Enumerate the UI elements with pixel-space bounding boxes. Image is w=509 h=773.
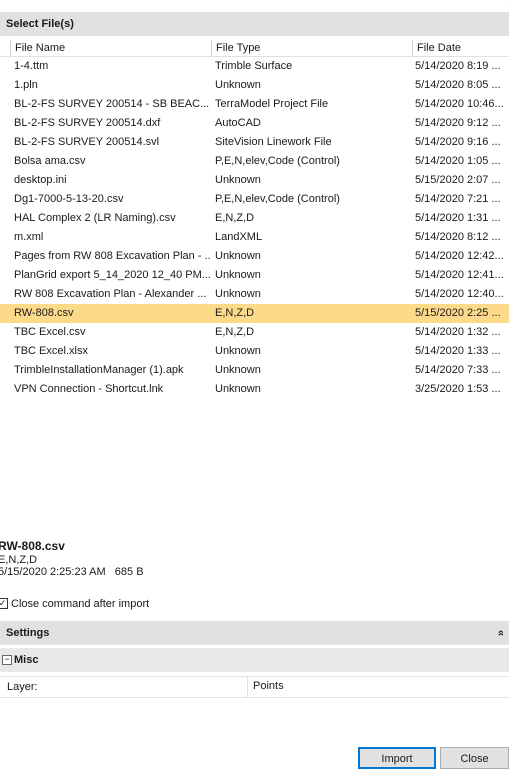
file-row[interactable]: 1.pln Unknown 5/14/2020 8:05 ... xyxy=(0,76,509,95)
file-date-cell: 5/14/2020 8:05 ... xyxy=(415,79,501,91)
file-type-cell: E,N,Z,D xyxy=(215,326,255,338)
selected-file-type: E,N,Z,D xyxy=(0,554,38,566)
file-date-cell: 5/14/2020 1:32 ... xyxy=(415,326,501,338)
selected-file-info: 5/15/2020 2:25:23 AM 685 B xyxy=(0,566,144,578)
file-row[interactable]: HAL Complex 2 (LR Naming).csv E,N,Z,D 5/14… xyxy=(0,209,509,228)
layer-label: Layer: xyxy=(7,681,38,693)
collapse-chevron-icon[interactable]: » xyxy=(489,630,509,636)
file-type-cell: Unknown xyxy=(215,250,261,262)
file-name-cell: desktop.ini xyxy=(14,174,67,186)
close-button[interactable]: Close xyxy=(440,747,509,769)
file-row[interactable]: desktop.ini Unknown 5/15/2020 2:07 ... xyxy=(0,171,509,190)
file-type-cell: TerraModel Project File xyxy=(215,98,329,110)
file-name-cell: Pages from RW 808 Excavation Plan - ... xyxy=(14,250,210,262)
file-name-cell: m.xml xyxy=(14,231,44,243)
file-date-cell: 5/14/2020 7:21 ... xyxy=(415,193,501,205)
file-date-cell: 5/14/2020 10:46... xyxy=(415,98,504,110)
select-files-title: Select File(s) xyxy=(6,18,74,30)
file-type-cell: Unknown xyxy=(215,383,261,395)
file-date-cell: 5/14/2020 12:42... xyxy=(415,250,504,262)
file-row[interactable]: BL-2-FS SURVEY 200514.svl SiteVision Line… xyxy=(0,133,509,152)
file-date-cell: 5/14/2020 12:40... xyxy=(415,288,504,300)
file-name-cell: BL-2-FS SURVEY 200514 - SB BEAC... xyxy=(14,98,210,110)
file-row[interactable]: BL-2-FS SURVEY 200514 - SB BEAC... TerraM… xyxy=(0,95,509,114)
file-name-cell: RW-808.csv xyxy=(14,307,74,319)
settings-header[interactable]: Settings » xyxy=(0,621,509,645)
file-type-cell: AutoCAD xyxy=(215,117,261,129)
layer-value[interactable]: Points xyxy=(247,677,509,697)
file-row[interactable]: Bolsa ama.csv P,E,N,elev,Code (Control) 5/… xyxy=(0,152,509,171)
column-file-name[interactable]: File Name xyxy=(10,40,211,56)
selected-file-name: RW-808.csv xyxy=(0,539,65,553)
file-date-cell: 5/14/2020 1:05 ... xyxy=(415,155,501,167)
file-row[interactable]: TBC Excel.csv E,N,Z,D 5/14/2020 1:32 ... xyxy=(0,323,509,342)
file-date-cell: 5/15/2020 2:25 ... xyxy=(415,307,501,319)
file-type-cell: Unknown xyxy=(215,269,261,281)
file-type-cell: E,N,Z,D xyxy=(215,212,255,224)
file-row[interactable]: PlanGrid export 5_14_2020 12_40 PM.... Un… xyxy=(0,266,509,285)
file-name-cell: BL-2-FS SURVEY 200514.svl xyxy=(14,136,160,148)
file-name-cell: RW 808 Excavation Plan - Alexander ... xyxy=(14,288,207,300)
file-type-cell: P,E,N,elev,Code (Control) xyxy=(215,193,340,205)
file-row[interactable]: RW 808 Excavation Plan - Alexander ... Un… xyxy=(0,285,509,304)
file-date-cell: 5/14/2020 9:12 ... xyxy=(415,117,501,129)
file-row[interactable]: Dg1-7000-5-13-20.csv P,E,N,elev,Code (Con… xyxy=(0,190,509,209)
file-name-cell: Dg1-7000-5-13-20.csv xyxy=(14,193,124,205)
settings-title: Settings xyxy=(6,627,50,639)
file-name-cell: TBC Excel.csv xyxy=(14,326,86,338)
file-type-cell: Trimble Surface xyxy=(215,60,293,72)
file-row[interactable]: TrimbleInstallationManager (1).apk Unknow… xyxy=(0,361,509,380)
file-row[interactable]: Pages from RW 808 Excavation Plan - ... U… xyxy=(0,247,509,266)
file-name-cell: 1-4.ttm xyxy=(14,60,49,72)
top-strip: ’ xyxy=(0,0,509,12)
file-type-cell: SiteVision Linework File xyxy=(215,136,332,148)
file-date-cell: 5/14/2020 9:16 ... xyxy=(415,136,501,148)
file-row[interactable]: m.xml LandXML 5/14/2020 8:12 ... xyxy=(0,228,509,247)
file-type-cell: Unknown xyxy=(215,174,261,186)
file-details: RW-808.csv E,N,Z,D 5/15/2020 2:25:23 AM … xyxy=(0,538,144,578)
file-type-cell: E,N,Z,D xyxy=(215,307,255,319)
file-type-cell: Unknown xyxy=(215,364,261,376)
file-row[interactable]: TBC Excel.xlsx Unknown 5/14/2020 1:33 ... xyxy=(0,342,509,361)
file-type-cell: Unknown xyxy=(215,79,261,91)
file-date-cell: 5/14/2020 1:33 ... xyxy=(415,345,501,357)
misc-group-header[interactable]: − Misc xyxy=(0,648,509,672)
file-name-cell: 1.pln xyxy=(14,79,38,91)
file-row[interactable]: VPN Connection - Shortcut.lnk Unknown 3/25… xyxy=(0,380,509,399)
file-name-cell: BL-2-FS SURVEY 200514.dxf xyxy=(14,117,161,129)
file-name-cell: PlanGrid export 5_14_2020 12_40 PM.... xyxy=(14,269,210,281)
file-row[interactable]: RW-808.csv E,N,Z,D 5/15/2020 2:25 ... xyxy=(0,304,509,323)
misc-group-title: Misc xyxy=(14,654,39,666)
import-button[interactable]: Import xyxy=(358,747,436,769)
file-row[interactable]: 1-4.ttm Trimble Surface 5/14/2020 8:19 ... xyxy=(0,57,509,76)
collapse-minus-icon[interactable]: − xyxy=(2,655,12,665)
column-file-date[interactable]: File Date xyxy=(412,40,509,56)
select-files-header[interactable]: Select File(s) xyxy=(0,12,509,36)
top-corner-glyph: ’ xyxy=(504,0,507,8)
file-type-cell: Unknown xyxy=(215,345,261,357)
file-date-cell: 3/25/2020 1:53 ... xyxy=(415,383,501,395)
file-type-cell: Unknown xyxy=(215,288,261,300)
file-list-header: File Name File Type File Date xyxy=(0,40,509,57)
file-date-cell: 5/14/2020 7:33 ... xyxy=(415,364,501,376)
property-row-layer: Layer: Points xyxy=(0,676,509,698)
file-name-cell: HAL Complex 2 (LR Naming).csv xyxy=(14,212,176,224)
file-date-cell: 5/14/2020 1:31 ... xyxy=(415,212,501,224)
close-after-import-checkbox[interactable]: ✓ xyxy=(0,597,8,609)
column-file-type[interactable]: File Type xyxy=(211,40,412,56)
file-date-cell: 5/15/2020 2:07 ... xyxy=(415,174,501,186)
file-type-cell: P,E,N,elev,Code (Control) xyxy=(215,155,340,167)
file-date-cell: 5/14/2020 8:19 ... xyxy=(415,60,501,72)
file-name-cell: TBC Excel.xlsx xyxy=(14,345,88,357)
file-row[interactable]: BL-2-FS SURVEY 200514.dxf AutoCAD 5/14/202… xyxy=(0,114,509,133)
close-after-import-option[interactable]: ✓ Close command after import xyxy=(0,597,149,611)
file-name-cell: Bolsa ama.csv xyxy=(14,155,86,167)
file-name-cell: TrimbleInstallationManager (1).apk xyxy=(14,364,184,376)
file-date-cell: 5/14/2020 12:41... xyxy=(415,269,504,281)
file-list: 1-4.ttm Trimble Surface 5/14/2020 8:19 ...… xyxy=(0,57,509,399)
close-after-import-label: Close command after import xyxy=(11,598,150,610)
file-type-cell: LandXML xyxy=(215,231,263,243)
file-name-cell: VPN Connection - Shortcut.lnk xyxy=(14,383,164,395)
file-date-cell: 5/14/2020 8:12 ... xyxy=(415,231,501,243)
